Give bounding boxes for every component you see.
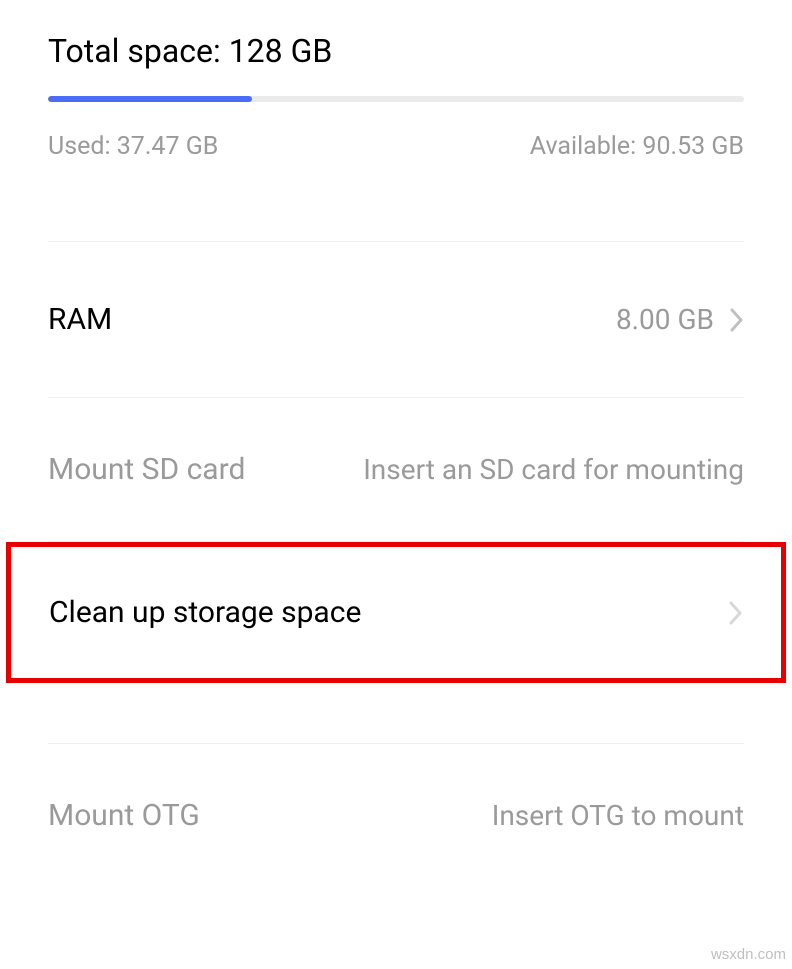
cleanup-storage-item[interactable]: Clean up storage space (6, 542, 786, 683)
mount-otg-item: Mount OTG Insert OTG to mount (0, 744, 792, 887)
ram-item[interactable]: RAM 8.00 GB (0, 242, 792, 397)
mount-sd-card-hint: Insert an SD card for mounting (363, 453, 744, 486)
chevron-right-icon (729, 601, 743, 625)
mount-sd-card-label: Mount SD card (48, 452, 245, 487)
ram-value-container: 8.00 GB (616, 303, 744, 336)
mount-otg-label: Mount OTG (48, 798, 200, 833)
storage-stats: Used: 37.47 GB Available: 90.53 GB (48, 102, 744, 241)
chevron-right-icon (730, 308, 744, 332)
ram-value: 8.00 GB (616, 303, 714, 336)
watermark: wsxdn.com (711, 946, 786, 963)
mount-otg-hint: Insert OTG to mount (492, 799, 744, 832)
cleanup-storage-label: Clean up storage space (49, 595, 361, 630)
ram-label: RAM (48, 302, 112, 337)
mount-sd-card-item: Mount SD card Insert an SD card for moun… (0, 398, 792, 541)
available-storage-label: Available: 90.53 GB (530, 132, 744, 161)
used-storage-label: Used: 37.47 GB (48, 132, 218, 161)
total-space-label: Total space: 128 GB (48, 0, 744, 96)
